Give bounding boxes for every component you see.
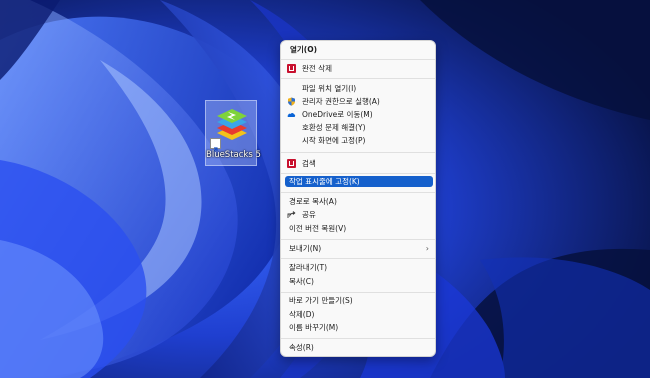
menu-item-label: 복사(C) <box>289 277 314 286</box>
menu-item-pin-to-start[interactable]: 시작 화면에 고정(P) <box>285 134 433 147</box>
onedrive-cloud-icon <box>287 112 296 117</box>
menu-item-label: 보내기(N) <box>289 244 322 253</box>
menu-item-label: 호환성 문제 해결(Y) <box>302 123 366 132</box>
mcafee-icon <box>287 64 296 73</box>
menu-separator <box>281 292 435 293</box>
menu-item-cut[interactable]: 잘라내기(T) <box>285 261 433 274</box>
menu-item-label: 잘라내기(T) <box>289 263 328 272</box>
menu-item-label: OneDrive로 이동(M) <box>302 110 373 119</box>
share-icon <box>287 211 296 218</box>
bluestacks-shortcut-icon[interactable]: BlueStacks 5 <box>205 100 261 166</box>
uac-shield-icon <box>288 97 295 106</box>
menu-item-run-as-admin[interactable]: 관리자 권한으로 실행(A) <box>285 95 433 108</box>
chevron-right-icon: › <box>425 244 429 253</box>
menu-separator <box>281 78 435 79</box>
menu-item-copy[interactable]: 복사(C) <box>285 275 433 288</box>
menu-item-label: 완전 삭제 <box>302 64 332 73</box>
menu-item-mcafee-shred[interactable]: 완전 삭제 <box>285 62 433 75</box>
shortcut-arrow-icon <box>210 138 221 153</box>
menu-separator <box>281 59 435 60</box>
menu-item-label: 관리자 권한으로 실행(A) <box>302 97 380 106</box>
menu-item-move-to-onedrive[interactable]: OneDrive로 이동(M) <box>285 108 433 121</box>
menu-item-label: 공유 <box>302 210 316 219</box>
menu-separator <box>281 239 435 240</box>
menu-item-copy-as-path[interactable]: 경로로 복사(A) <box>285 195 433 208</box>
menu-item-rename[interactable]: 이름 바꾸기(M) <box>285 321 433 334</box>
desktop: BlueStacks 5 열기(O) 완전 삭제 파일 위치 열기(I) 관리자… <box>0 0 650 378</box>
menu-item-label: 작업 표시줄에 고정(K) <box>289 177 360 186</box>
context-menu: 열기(O) 완전 삭제 파일 위치 열기(I) 관리자 권한으로 실행(A) O… <box>280 40 436 357</box>
menu-separator <box>281 192 435 193</box>
menu-item-open[interactable]: 열기(O) <box>285 43 433 56</box>
menu-item-label: 속성(R) <box>289 343 314 352</box>
menu-item-label: 삭제(D) <box>289 310 315 319</box>
menu-item-label: 검색 <box>302 159 316 168</box>
mcafee-icon <box>287 159 296 168</box>
menu-item-troubleshoot-compatibility[interactable]: 호환성 문제 해결(Y) <box>285 121 433 134</box>
menu-item-label: 이전 버전 복원(V) <box>289 224 347 233</box>
menu-item-label: 파일 위치 열기(I) <box>302 84 357 93</box>
menu-item-delete[interactable]: 삭제(D) <box>285 308 433 321</box>
menu-item-properties[interactable]: 속성(R) <box>285 341 433 354</box>
menu-separator <box>281 152 435 153</box>
menu-item-share[interactable]: 공유 <box>285 208 433 221</box>
menu-item-send-to[interactable]: 보내기(N) › <box>285 242 433 255</box>
menu-item-pin-to-taskbar[interactable]: 작업 표시줄에 고정(K) <box>285 176 433 187</box>
bluestacks-logo-icon <box>217 109 247 140</box>
menu-item-restore-previous-versions[interactable]: 이전 버전 복원(V) <box>285 222 433 235</box>
desktop-icon-label: BlueStacks 5 <box>206 150 261 160</box>
menu-item-open-file-location[interactable]: 파일 위치 열기(I) <box>285 82 433 95</box>
menu-separator <box>281 258 435 259</box>
menu-separator <box>281 173 435 174</box>
menu-separator <box>281 338 435 339</box>
menu-item-label: 열기(O) <box>290 45 318 54</box>
menu-item-label: 시작 화면에 고정(P) <box>302 136 366 145</box>
menu-item-label: 이름 바꾸기(M) <box>289 323 339 332</box>
menu-item-create-shortcut[interactable]: 바로 가기 만들기(S) <box>285 294 433 307</box>
menu-item-label: 바로 가기 만들기(S) <box>289 296 353 305</box>
menu-item-mcafee-scan[interactable]: 검색 <box>285 157 433 170</box>
menu-item-label: 경로로 복사(A) <box>289 197 337 206</box>
